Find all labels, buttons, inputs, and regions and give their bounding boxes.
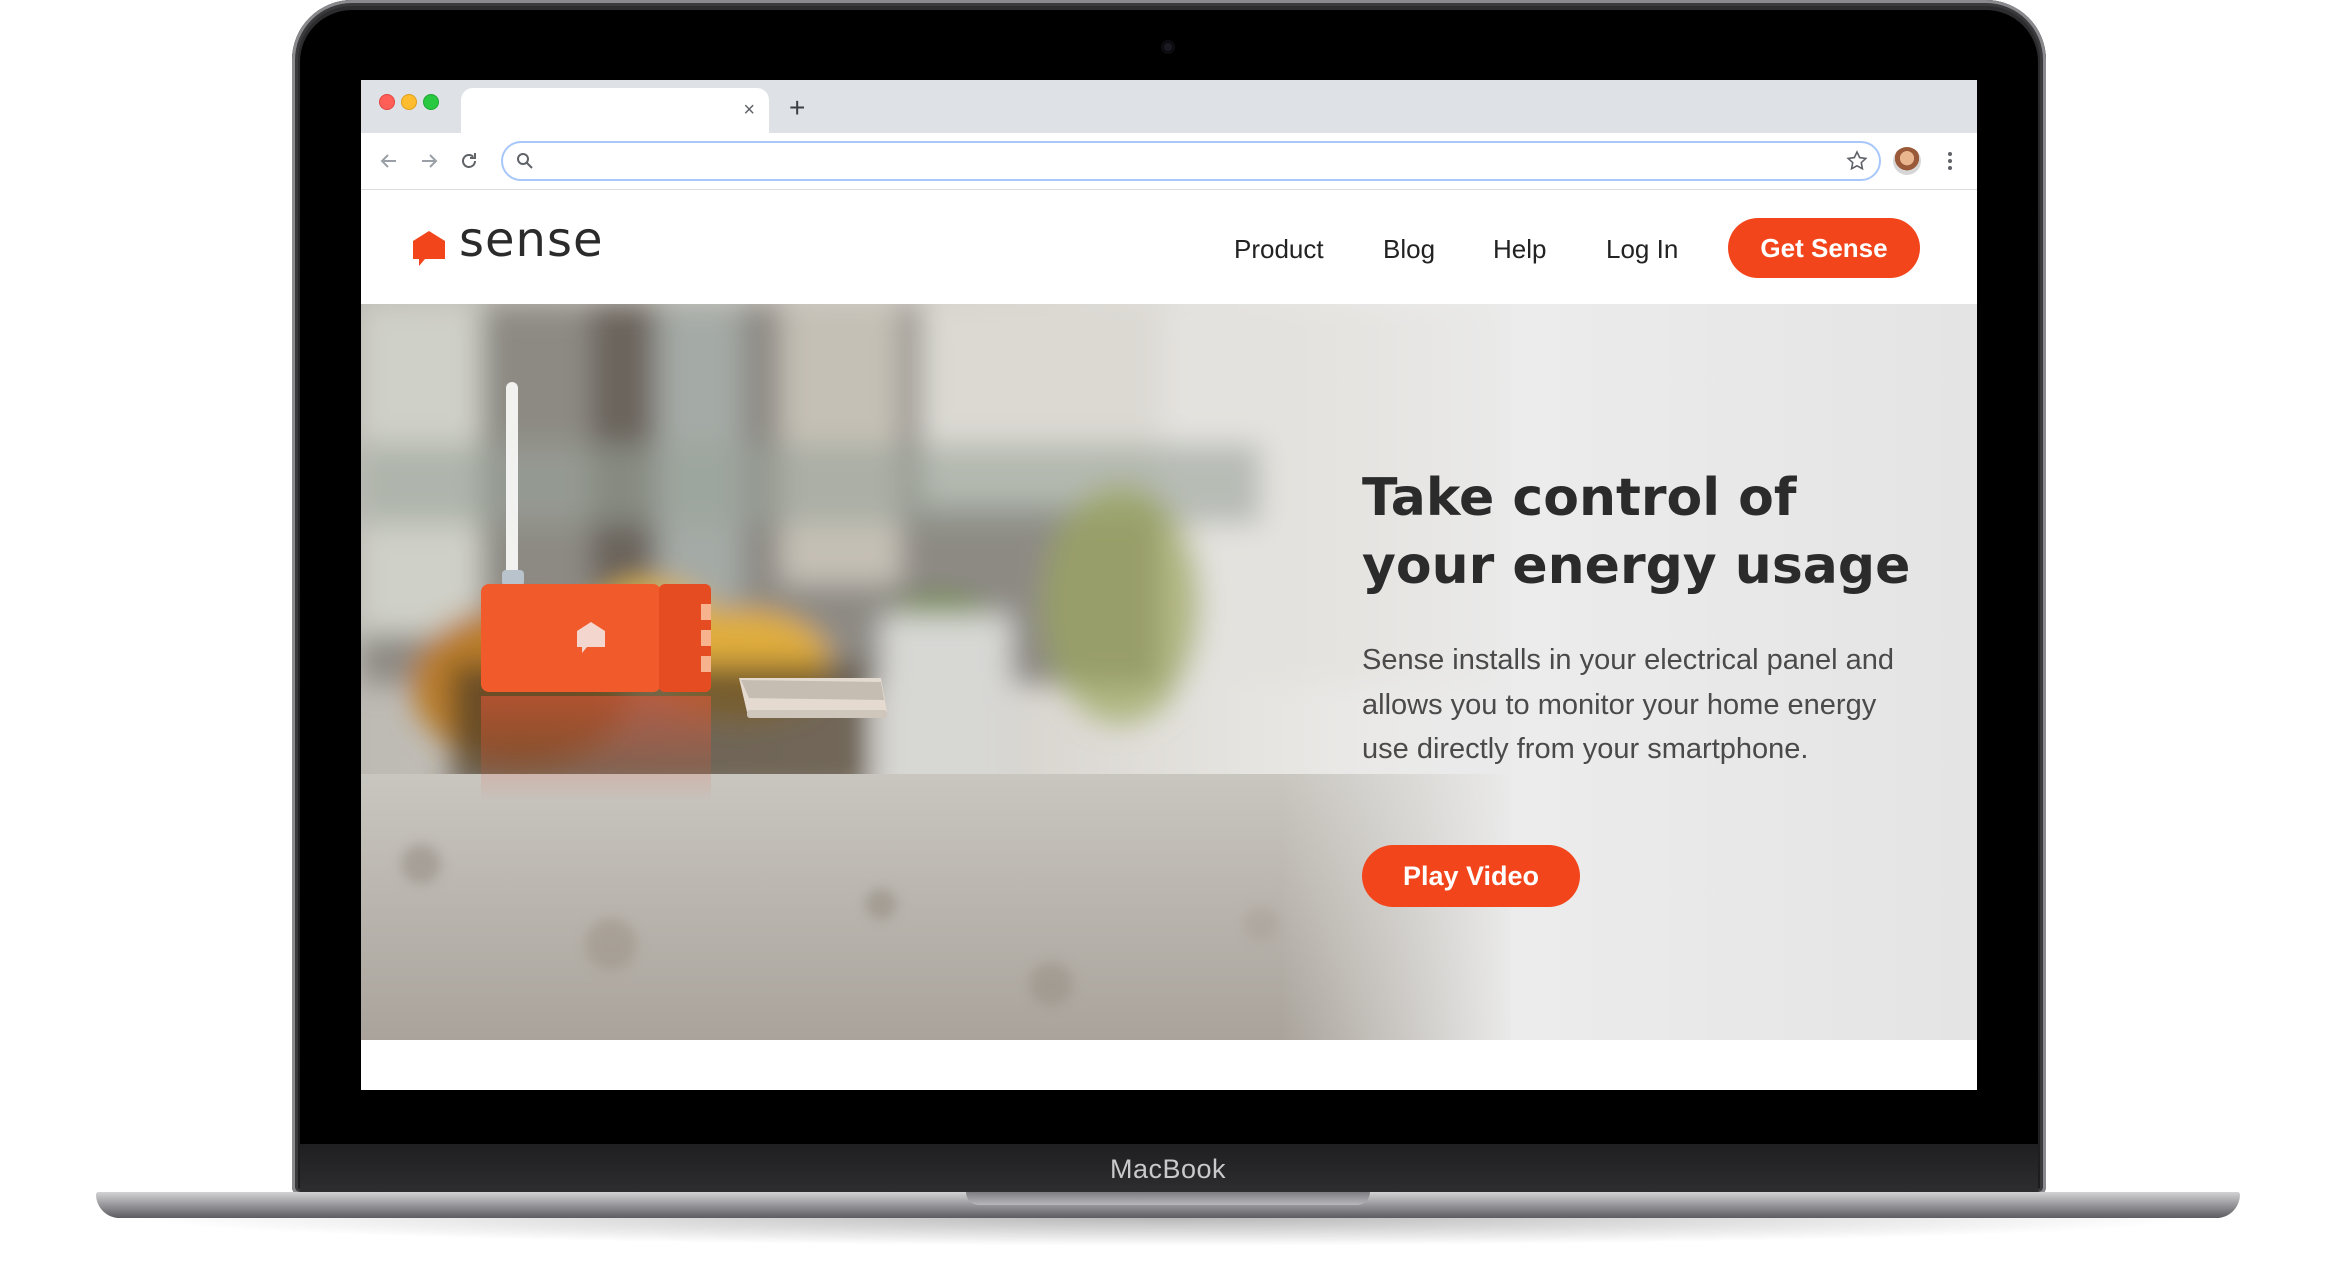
page-content-below (361, 1040, 1977, 1090)
back-icon[interactable] (377, 149, 401, 173)
browser-tab[interactable]: × (461, 88, 769, 133)
window-maximize-button[interactable] (423, 94, 439, 110)
hero-product-photo (361, 304, 1511, 1040)
nav-blog[interactable]: Blog (1383, 234, 1435, 265)
site-header: sense Product Blog Help Log In Get Sense (361, 190, 1977, 304)
profile-avatar[interactable] (1893, 147, 1921, 175)
get-sense-button[interactable]: Get Sense (1728, 218, 1920, 278)
window-close-button[interactable] (379, 94, 395, 110)
more-menu-icon[interactable] (1943, 149, 1957, 173)
search-icon (517, 153, 533, 169)
play-video-button[interactable]: Play Video (1362, 845, 1580, 907)
nav-help[interactable]: Help (1493, 234, 1546, 265)
window-minimize-button[interactable] (401, 94, 417, 110)
laptop-brand-label: MacBook (1109, 1154, 1227, 1184)
tab-close-icon[interactable]: × (743, 100, 755, 120)
hero-description: Sense installs in your electrical panel … (1362, 644, 1894, 765)
reload-icon[interactable] (457, 149, 481, 173)
address-input[interactable] (545, 143, 1809, 181)
hero-section: Take control of your energy usage Sense … (361, 304, 1977, 1040)
new-tab-button[interactable]: + (789, 94, 805, 122)
browser-toolbar (361, 133, 1977, 190)
hero-title: Take control of your energy usage (1362, 468, 1911, 596)
camera-icon (1161, 40, 1175, 54)
site-logo-text[interactable]: sense (459, 212, 604, 268)
bookmark-star-icon[interactable] (1845, 149, 1869, 173)
nav-product[interactable]: Product (1234, 234, 1324, 265)
laptop-shadow (130, 1218, 2206, 1246)
browser-tab-strip: × + (361, 80, 1977, 133)
nav-login[interactable]: Log In (1606, 234, 1678, 265)
laptop-notch (966, 1192, 1370, 1205)
address-bar[interactable] (501, 141, 1881, 181)
forward-icon[interactable] (417, 149, 441, 173)
sense-logo-icon[interactable] (411, 229, 447, 267)
screen: × + sense Product Blog Help Log In Get S… (361, 80, 1977, 1090)
